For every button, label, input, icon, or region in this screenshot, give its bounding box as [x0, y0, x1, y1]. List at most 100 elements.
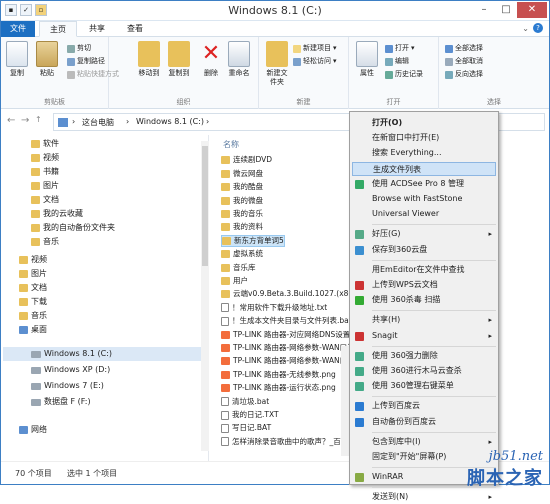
tree-label: 网络: [31, 425, 47, 434]
file-row[interactable]: 清垃圾.bat: [221, 396, 269, 408]
copy-path-button[interactable]: 复制路径: [67, 56, 105, 67]
invert-selection-button[interactable]: 反向选择: [445, 69, 483, 80]
menu-item[interactable]: 保存到360云盘: [352, 243, 496, 257]
maximize-button[interactable]: □: [495, 2, 517, 18]
menu-item[interactable]: 发送到(N) ▸: [352, 490, 496, 504]
delete-button[interactable]: ✕ 删除: [199, 41, 223, 78]
new-folder-button[interactable]: 新建文件夹: [265, 41, 289, 87]
menu-item[interactable]: 自动备份到百度云: [352, 415, 496, 429]
menu-item[interactable]: 生成文件列表: [352, 161, 496, 176]
file-row[interactable]: 云端v0.9.Beta.3.Build.1027.(x86): [221, 288, 356, 300]
tree-item[interactable]: 图片: [31, 179, 59, 193]
tab-home[interactable]: 主页: [39, 21, 77, 37]
menu-item[interactable]: Browse with FastStone: [352, 192, 496, 206]
menu-item[interactable]: 上传到WPS云文档: [352, 278, 496, 292]
menu-item[interactable]: 包含到库中(I) ▸: [352, 435, 496, 449]
file-row[interactable]: TP-LINK 路由器-无线参数.png: [221, 369, 336, 381]
file-row[interactable]: 我的日记.TXT: [221, 409, 279, 421]
tree-item[interactable]: 音乐: [31, 235, 59, 249]
file-row[interactable]: 虚拟系统: [221, 248, 263, 260]
minimize-button[interactable]: –: [473, 2, 495, 18]
tree-item[interactable]: 视频: [19, 253, 47, 267]
file-row[interactable]: TP-LINK 路由器-运行状态.png: [221, 382, 336, 394]
easy-access-button[interactable]: 轻松访问 ▾: [293, 56, 337, 67]
tree-item[interactable]: 文档: [31, 193, 59, 207]
file-row[interactable]: 用户: [221, 275, 248, 287]
close-button[interactable]: ✕: [517, 2, 547, 18]
tree-item[interactable]: 下载: [19, 295, 47, 309]
file-row-selected[interactable]: 新东方背单词5: [221, 234, 285, 247]
file-row[interactable]: 音乐库: [221, 262, 256, 274]
file-scrollbar[interactable]: [341, 346, 349, 456]
tree-item[interactable]: 图片: [19, 267, 47, 281]
file-row[interactable]: TP-LINK 路由器-对应网络DNS设置.png: [221, 329, 367, 341]
file-row[interactable]: 微云网盘: [221, 168, 263, 180]
file-row[interactable]: 连续剧DVD: [221, 154, 272, 166]
tree-item[interactable]: 桌面: [19, 323, 47, 337]
menu-item[interactable]: 使用 ACDSee Pro 8 管理: [352, 177, 496, 191]
rename-button[interactable]: 重命名: [227, 41, 251, 78]
tab-view[interactable]: 查看: [117, 21, 153, 37]
new-item-button[interactable]: 新建项目 ▾: [293, 43, 337, 54]
tree-item[interactable]: 视频: [31, 151, 59, 165]
open-button[interactable]: 打开 ▾: [385, 43, 415, 54]
chevron-down-icon[interactable]: ⌄: [522, 24, 529, 33]
file-row[interactable]: 我的酷盘: [221, 181, 263, 193]
tree-label: 数据盘 F (F:): [44, 397, 91, 406]
copy-button[interactable]: 复制: [5, 41, 29, 78]
paste-button[interactable]: 粘贴: [35, 41, 59, 78]
properties-button[interactable]: 属性: [355, 41, 379, 78]
tree-item-selected[interactable]: Windows 8.1 (C:): [3, 347, 207, 361]
file-row[interactable]: 写日记.BAT: [221, 422, 271, 434]
tree-item[interactable]: 网络: [19, 423, 47, 437]
menu-item-icon: [355, 179, 364, 189]
help-icon[interactable]: ?: [533, 23, 543, 33]
breadcrumb-drive[interactable]: Windows 8.1 (C:): [136, 117, 204, 126]
forward-arrow-icon[interactable]: →: [21, 115, 29, 126]
tab-file[interactable]: 文件: [1, 21, 35, 37]
file-row[interactable]: ！生成本文件夹目录与文件列表.bat: [221, 315, 352, 327]
tab-share[interactable]: 共享: [79, 21, 115, 37]
menu-item[interactable]: 使用 360进行木马云查杀: [352, 364, 496, 378]
menu-item[interactable]: 共享(H) ▸: [352, 313, 496, 327]
menu-item[interactable]: Snagit ▸: [352, 329, 496, 343]
menu-item[interactable]: 上传到百度云: [352, 399, 496, 413]
edit-button[interactable]: 编辑: [385, 56, 409, 67]
column-header-name[interactable]: 名称: [223, 139, 239, 150]
history-button[interactable]: 历史记录: [385, 69, 423, 80]
group-select: 全部选择 全部取消 反向选择 选择: [439, 37, 549, 109]
nav-scrollbar-thumb[interactable]: [202, 146, 208, 266]
tree-item[interactable]: 数据盘 F (F:): [31, 395, 91, 409]
menu-item[interactable]: Universal Viewer: [352, 207, 496, 221]
menu-item[interactable]: 使用 360杀毒 扫描: [352, 293, 496, 307]
tree-item[interactable]: 文档: [19, 281, 47, 295]
back-arrow-icon[interactable]: ←: [7, 115, 15, 126]
tree-item[interactable]: 我的云收藏: [31, 207, 83, 221]
cut-button[interactable]: 剪切: [67, 43, 91, 54]
tree-item[interactable]: Windows XP (D:): [31, 363, 110, 377]
network-icon: [19, 426, 28, 434]
menu-item[interactable]: 搜索 Everything...: [352, 146, 496, 160]
menu-item[interactable]: 好压(G) ▸: [352, 227, 496, 241]
select-all-button[interactable]: 全部选择: [445, 43, 483, 54]
select-none-button[interactable]: 全部取消: [445, 56, 483, 67]
file-row[interactable]: 我的资料: [221, 221, 263, 233]
tree-item[interactable]: 我的自动备份文件夹: [31, 221, 115, 235]
move-to-button[interactable]: 移动到: [137, 41, 161, 78]
menu-item[interactable]: 使用 360管理右键菜单: [352, 379, 496, 393]
tree-item[interactable]: Windows 7 (E:): [31, 379, 104, 393]
copy-to-button[interactable]: 复制到: [167, 41, 191, 78]
breadcrumb-this-pc[interactable]: 这台电脑: [82, 117, 114, 128]
tree-item[interactable]: 软件: [31, 137, 59, 151]
menu-item[interactable]: 使用 360强力删除: [352, 349, 496, 363]
menu-item[interactable]: 在新窗口中打开(E): [352, 131, 496, 145]
file-row[interactable]: ！常用软件下载升级地址.txt: [221, 302, 327, 314]
menu-item[interactable]: 打开(O): [352, 116, 496, 130]
file-row[interactable]: 我的微盘: [221, 195, 263, 207]
up-arrow-icon[interactable]: ↑: [35, 115, 42, 124]
tree-item[interactable]: 书籍: [31, 165, 59, 179]
address-bar[interactable]: › 这台电脑 › Windows 8.1 (C:) ›: [53, 113, 373, 131]
tree-item[interactable]: 音乐: [19, 309, 47, 323]
file-row[interactable]: 我的音乐: [221, 208, 263, 220]
menu-item[interactable]: 用EmEditor在文件中查找: [352, 263, 496, 277]
